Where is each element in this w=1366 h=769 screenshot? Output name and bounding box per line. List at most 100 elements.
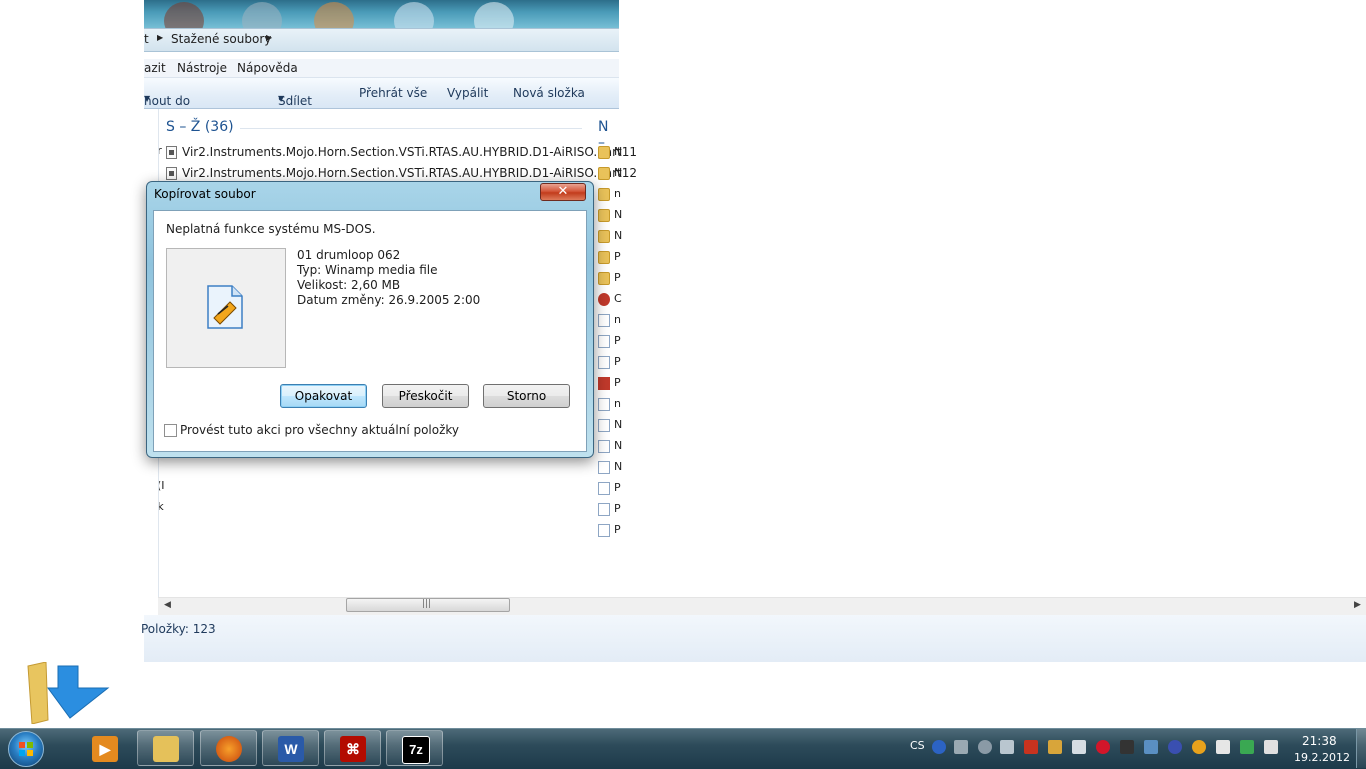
- archive-file-icon: [166, 167, 177, 180]
- folder-icon[interactable]: [598, 251, 610, 264]
- retry-button[interactable]: Opakovat: [280, 384, 367, 408]
- document-icon[interactable]: [598, 356, 610, 369]
- clock-date[interactable]: 19.2.2012: [1294, 751, 1350, 764]
- clipped-item-label[interactable]: P: [614, 355, 621, 368]
- taskbar-explorer[interactable]: [137, 730, 194, 766]
- bluetooth-icon[interactable]: [1168, 740, 1182, 754]
- clipped-item-label[interactable]: P: [614, 502, 621, 515]
- document-icon[interactable]: [598, 335, 610, 348]
- update-icon[interactable]: [1192, 740, 1206, 754]
- breadcrumb-partial[interactable]: t: [144, 32, 149, 46]
- item-count: Položky: 123: [141, 622, 216, 636]
- network-icon[interactable]: [978, 740, 992, 754]
- archive-file-icon: [166, 146, 177, 159]
- wireless-icon[interactable]: [1240, 740, 1254, 754]
- status-bar: Položky: 123: [141, 615, 1366, 662]
- folder-icon[interactable]: [598, 167, 610, 180]
- scrollbar-thumb[interactable]: |||: [346, 598, 510, 612]
- archive-file-icon[interactable]: [598, 398, 610, 411]
- tray-arrows-icon[interactable]: [954, 740, 968, 754]
- burn-button[interactable]: Vypálit: [447, 86, 488, 100]
- play-all-button[interactable]: Přehrát vše: [359, 86, 427, 100]
- signal-bars-icon[interactable]: [1000, 740, 1014, 754]
- antivirus-icon[interactable]: [1024, 740, 1038, 754]
- apply-all-checkbox[interactable]: [164, 424, 177, 437]
- power-icon[interactable]: [1264, 740, 1278, 754]
- clipped-item-label[interactable]: n: [614, 397, 621, 410]
- folder-icon[interactable]: [598, 230, 610, 243]
- document-icon[interactable]: [598, 440, 610, 453]
- clipped-item-label[interactable]: N: [614, 229, 622, 242]
- start-button[interactable]: [8, 731, 44, 767]
- dialog-title: Kopírovat soubor: [154, 187, 256, 201]
- breadcrumb-arrow-icon[interactable]: ▶: [157, 33, 163, 42]
- clipped-item-label[interactable]: n: [614, 187, 621, 200]
- breadcrumb-arrow-icon[interactable]: ▶: [266, 33, 272, 42]
- clipped-item-label[interactable]: N: [614, 460, 622, 473]
- menu-item-help[interactable]: Nápověda: [237, 61, 298, 75]
- clipped-item-label[interactable]: N: [614, 145, 622, 158]
- clipped-item-label[interactable]: P: [614, 481, 621, 494]
- opera-icon[interactable]: [1096, 740, 1110, 754]
- address-bar[interactable]: t ▶ Stažené soubory ▶: [144, 28, 619, 52]
- document-icon[interactable]: [598, 482, 610, 495]
- clipped-item-label[interactable]: P: [614, 250, 621, 263]
- winamp-tray-icon[interactable]: [1048, 740, 1062, 754]
- scroll-right-arrow-icon[interactable]: ▶: [1354, 600, 1361, 610]
- help-icon[interactable]: [932, 740, 946, 754]
- taskbar-7zip[interactable]: 7z: [386, 730, 443, 766]
- cancel-button[interactable]: Storno: [483, 384, 570, 408]
- downloads-folder-icon[interactable]: [26, 661, 110, 725]
- group-header-s-z[interactable]: S – Ž (36): [166, 119, 234, 135]
- clipped-item-label[interactable]: N: [614, 418, 622, 431]
- document-icon[interactable]: [598, 524, 610, 537]
- command-bar: nout do knihovny ▼ Sdílet s ▼ Přehrát vš…: [144, 78, 619, 122]
- skip-button[interactable]: Přeskočit: [382, 384, 469, 408]
- device-icon[interactable]: [1144, 740, 1158, 754]
- folder-icon[interactable]: [598, 272, 610, 285]
- document-icon[interactable]: [598, 503, 610, 516]
- clipped-item-label[interactable]: N: [614, 439, 622, 452]
- word-icon: W: [278, 736, 304, 762]
- image-file-icon[interactable]: [598, 377, 610, 390]
- display-icon[interactable]: [1120, 740, 1134, 754]
- clipped-item-label[interactable]: P: [614, 523, 621, 536]
- volume-icon[interactable]: [1072, 740, 1086, 754]
- folder-icon: [153, 736, 179, 762]
- close-button[interactable]: ✕: [540, 183, 586, 201]
- document-icon[interactable]: [598, 461, 610, 474]
- clipped-item-label[interactable]: P: [614, 376, 621, 389]
- menu-item-tools[interactable]: Nástroje: [177, 61, 227, 75]
- new-folder-button[interactable]: Nová složka: [513, 86, 585, 100]
- archive-file-icon[interactable]: [598, 419, 610, 432]
- menu-item-view[interactable]: azit: [144, 61, 166, 75]
- apply-all-label[interactable]: Provést tuto akci pro všechny aktuální p…: [180, 423, 459, 437]
- language-indicator[interactable]: CS: [910, 739, 925, 752]
- taskbar-firefox[interactable]: [200, 730, 257, 766]
- windows-logo-icon: [19, 742, 33, 756]
- scroll-left-arrow-icon[interactable]: ◀: [164, 600, 171, 610]
- clipped-item-label[interactable]: N: [614, 166, 622, 179]
- program-icon[interactable]: [598, 293, 610, 306]
- clipped-item-label[interactable]: P: [614, 334, 621, 347]
- clock-time[interactable]: 21:38: [1302, 734, 1337, 748]
- clipped-item-label[interactable]: P: [614, 271, 621, 284]
- breadcrumb-downloads[interactable]: Stažené soubory: [171, 32, 271, 46]
- folder-icon[interactable]: [598, 188, 610, 201]
- taskbar-acrobat[interactable]: ⌘: [324, 730, 381, 766]
- document-icon[interactable]: [598, 314, 610, 327]
- action-center-flag-icon[interactable]: [1216, 740, 1230, 754]
- clipped-item-label[interactable]: n: [614, 313, 621, 326]
- file-date: Datum změny: 26.9.2005 2:00: [297, 293, 481, 307]
- explorer-title-bar: [144, 0, 619, 40]
- clipped-item-label[interactable]: C: [614, 292, 622, 305]
- taskbar-media-player[interactable]: ▶: [76, 730, 133, 766]
- clipped-item-label[interactable]: N: [614, 208, 622, 221]
- folder-icon[interactable]: [598, 146, 610, 159]
- show-desktop-button[interactable]: [1356, 729, 1366, 768]
- taskbar-word[interactable]: W: [262, 730, 319, 766]
- group-divider: [240, 128, 582, 129]
- horizontal-scrollbar[interactable]: ◀ ▶: [158, 597, 1366, 615]
- media-player-icon: ▶: [92, 736, 118, 762]
- folder-icon[interactable]: [598, 209, 610, 222]
